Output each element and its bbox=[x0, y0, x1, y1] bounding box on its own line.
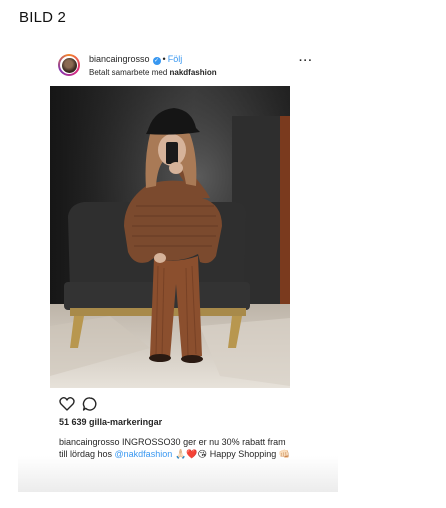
post-photo[interactable] bbox=[50, 86, 290, 388]
paid-partnership-line: Betalt samarbete med nakdfashion bbox=[89, 68, 217, 77]
separator-dot: • bbox=[162, 54, 166, 64]
sponsor-brand-link[interactable]: nakdfashion bbox=[169, 68, 216, 77]
post-header: biancaingrosso ✓ • Följ Betalt samarbete me… bbox=[56, 49, 316, 83]
comment-icon[interactable] bbox=[82, 397, 97, 411]
avatar-photo bbox=[61, 57, 77, 73]
paid-partnership-text: Betalt samarbete med bbox=[89, 68, 170, 77]
avatar[interactable] bbox=[58, 54, 80, 76]
username-link[interactable]: biancaingrosso bbox=[89, 54, 150, 64]
heart-icon[interactable] bbox=[59, 396, 75, 411]
caption-author-link[interactable]: biancaingrosso bbox=[59, 437, 120, 447]
figure-label: BILD 2 bbox=[19, 9, 67, 26]
user-line: biancaingrosso ✓ • Följ bbox=[89, 54, 182, 65]
likes-label: gilla-markeringar bbox=[89, 417, 163, 427]
follow-button[interactable]: Följ bbox=[168, 54, 183, 64]
instagram-post-card: biancaingrosso ✓ • Följ Betalt samarbete me… bbox=[18, 45, 338, 492]
more-options-icon[interactable]: ··· bbox=[299, 55, 313, 67]
likes-count[interactable]: 51 639 gilla-markeringar bbox=[59, 417, 162, 427]
post-actions bbox=[59, 396, 99, 412]
card-bottom-fade bbox=[18, 456, 338, 492]
likes-number: 51 639 bbox=[59, 417, 87, 427]
post-photo-illustration bbox=[50, 86, 290, 388]
verified-badge-icon: ✓ bbox=[152, 57, 161, 65]
